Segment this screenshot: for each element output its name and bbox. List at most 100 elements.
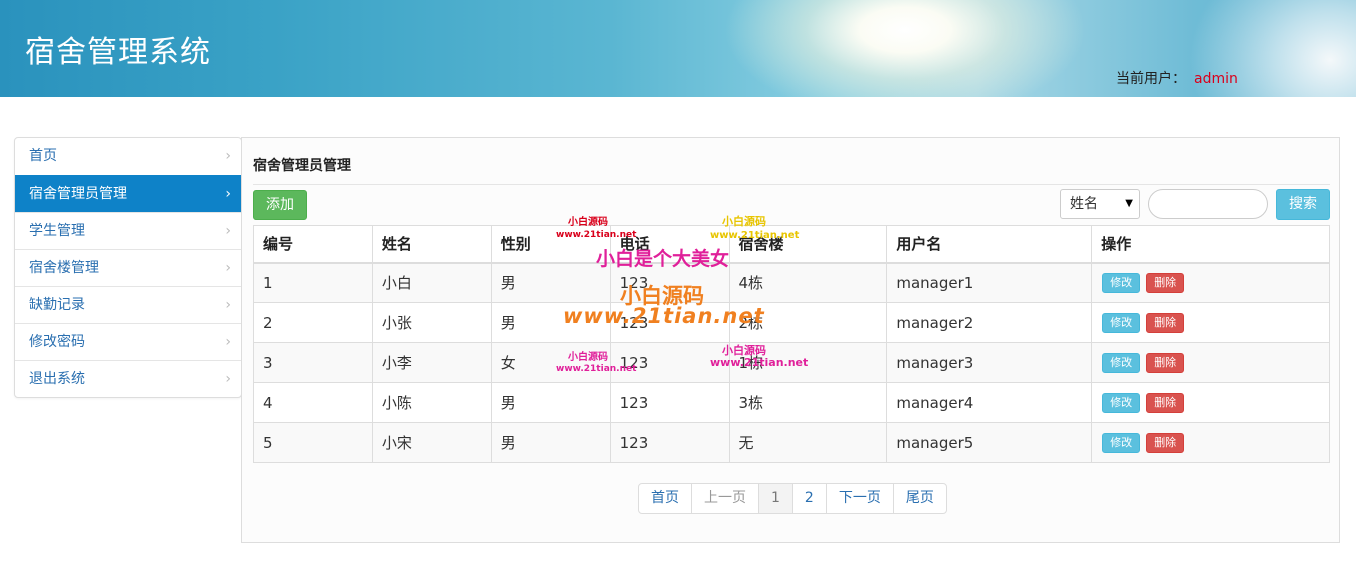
edit-button[interactable]: 修改 bbox=[1102, 393, 1141, 413]
divider bbox=[253, 184, 1330, 185]
chevron-right-icon: › bbox=[225, 186, 231, 202]
sidebar-item-label: 缺勤记录 bbox=[29, 297, 85, 313]
delete-button[interactable]: 删除 bbox=[1146, 353, 1185, 373]
cell-gender: 男 bbox=[490, 262, 611, 303]
page-prev-button[interactable]: 上一页 bbox=[691, 484, 758, 513]
current-user: 当前用户： admin bbox=[1116, 68, 1238, 88]
search-button[interactable]: 搜索 bbox=[1276, 189, 1330, 220]
search-input[interactable] bbox=[1148, 189, 1268, 219]
page-last-button[interactable]: 尾页 bbox=[892, 484, 946, 513]
col-header-building: 宿舍楼 bbox=[728, 225, 888, 264]
col-header-username: 用户名 bbox=[886, 225, 1093, 264]
main-panel: 宿舍管理员管理 添加 姓名 ▼ 搜索 编号 姓名 性别 电话 宿舍楼 用户名 操… bbox=[241, 137, 1340, 543]
sidebar-item-label: 学生管理 bbox=[29, 223, 85, 239]
sidebar-nav: 首页 › 宿舍管理员管理 › 学生管理 › 宿舍楼管理 › 缺勤记录 › 修改密码 › 退出… bbox=[14, 137, 242, 398]
delete-button[interactable]: 删除 bbox=[1146, 393, 1185, 413]
table-row: 4 小陈 男 123 3栋 manager4 修改 删除 bbox=[253, 382, 1330, 423]
search-field-select[interactable]: 姓名 ▼ bbox=[1060, 189, 1140, 219]
cell-actions: 修改 删除 bbox=[1091, 342, 1330, 383]
cell-gender: 男 bbox=[490, 382, 611, 423]
add-button[interactable]: 添加 bbox=[253, 190, 307, 220]
cell-building: 2栋 bbox=[728, 302, 888, 343]
table-row: 1 小白 男 123 4栋 manager1 修改 删除 bbox=[253, 262, 1330, 303]
pagination: 首页 上一页 1 2 下一页 尾页 bbox=[638, 483, 947, 514]
cell-username: manager5 bbox=[886, 422, 1093, 463]
cell-name: 小陈 bbox=[371, 382, 492, 423]
chevron-right-icon: › bbox=[225, 297, 231, 313]
cell-actions: 修改 删除 bbox=[1091, 302, 1330, 343]
sidebar-item-label: 宿舍管理员管理 bbox=[29, 186, 127, 202]
col-header-gender: 性别 bbox=[490, 225, 611, 264]
cell-name: 小白 bbox=[371, 262, 492, 303]
current-user-name[interactable]: admin bbox=[1194, 71, 1238, 87]
sidebar-item-absence[interactable]: 缺勤记录 › bbox=[15, 286, 241, 323]
page-next-button[interactable]: 下一页 bbox=[825, 484, 893, 513]
sidebar-item-buildings[interactable]: 宿舍楼管理 › bbox=[15, 249, 241, 286]
chevron-right-icon: › bbox=[225, 223, 231, 239]
page-1-button[interactable]: 1 bbox=[758, 484, 792, 513]
sidebar-item-label: 宿舍楼管理 bbox=[29, 260, 99, 276]
cell-actions: 修改 删除 bbox=[1091, 262, 1330, 303]
sidebar-item-students[interactable]: 学生管理 › bbox=[15, 212, 241, 249]
chevron-right-icon: › bbox=[225, 260, 231, 276]
delete-button[interactable]: 删除 bbox=[1146, 313, 1185, 333]
cell-phone: 123 bbox=[609, 302, 730, 343]
cell-name: 小李 bbox=[371, 342, 492, 383]
edit-button[interactable]: 修改 bbox=[1102, 353, 1141, 373]
chevron-right-icon: › bbox=[225, 334, 231, 350]
page-title: 宿舍管理员管理 bbox=[253, 158, 351, 174]
cell-gender: 男 bbox=[490, 302, 611, 343]
header-banner: 宿舍管理系统 当前用户： admin bbox=[0, 0, 1356, 97]
search-field-value: 姓名 bbox=[1070, 196, 1098, 212]
sidebar-item-label: 修改密码 bbox=[29, 334, 85, 350]
page-first-button[interactable]: 首页 bbox=[639, 484, 691, 513]
cell-id: 1 bbox=[253, 262, 373, 303]
cell-building: 1栋 bbox=[728, 342, 888, 383]
edit-button[interactable]: 修改 bbox=[1102, 433, 1141, 453]
col-header-actions: 操作 bbox=[1091, 225, 1330, 264]
cell-username: manager1 bbox=[886, 262, 1093, 303]
sidebar-item-label: 退出系统 bbox=[29, 371, 85, 387]
cell-name: 小宋 bbox=[371, 422, 492, 463]
col-header-id: 编号 bbox=[253, 225, 373, 264]
col-header-name: 姓名 bbox=[371, 225, 492, 264]
cell-phone: 123 bbox=[609, 342, 730, 383]
app-title: 宿舍管理系统 bbox=[25, 35, 211, 70]
edit-button[interactable]: 修改 bbox=[1102, 313, 1141, 333]
cell-id: 5 bbox=[253, 422, 373, 463]
table-header-row: 编号 姓名 性别 电话 宿舍楼 用户名 操作 bbox=[253, 225, 1330, 264]
current-user-label: 当前用户： bbox=[1116, 71, 1186, 87]
sidebar-item-dorm-managers[interactable]: 宿舍管理员管理 › bbox=[15, 175, 241, 212]
cell-id: 3 bbox=[253, 342, 373, 383]
cell-username: manager4 bbox=[886, 382, 1093, 423]
cell-actions: 修改 删除 bbox=[1091, 382, 1330, 423]
table-row: 3 小李 女 123 1栋 manager3 修改 删除 bbox=[253, 342, 1330, 383]
edit-button[interactable]: 修改 bbox=[1102, 273, 1141, 294]
cell-phone: 123 bbox=[609, 422, 730, 463]
table-row: 5 小宋 男 123 无 manager5 修改 删除 bbox=[253, 422, 1330, 463]
table-row: 2 小张 男 123 2栋 manager2 修改 删除 bbox=[253, 302, 1330, 343]
cell-gender: 男 bbox=[490, 422, 611, 463]
cell-username: manager2 bbox=[886, 302, 1093, 343]
cell-phone: 123 bbox=[609, 262, 730, 303]
col-header-phone: 电话 bbox=[609, 225, 730, 264]
cell-name: 小张 bbox=[371, 302, 492, 343]
dropdown-arrow-icon: ▼ bbox=[1125, 198, 1133, 209]
page-2-button[interactable]: 2 bbox=[791, 484, 826, 513]
cell-phone: 123 bbox=[609, 382, 730, 423]
cell-id: 4 bbox=[253, 382, 373, 423]
cell-building: 3栋 bbox=[728, 382, 888, 423]
delete-button[interactable]: 删除 bbox=[1146, 433, 1185, 453]
sidebar-item-label: 首页 bbox=[29, 148, 57, 164]
sidebar-item-password[interactable]: 修改密码 › bbox=[15, 323, 241, 360]
sidebar-item-home[interactable]: 首页 › bbox=[15, 138, 241, 175]
cell-id: 2 bbox=[253, 302, 373, 343]
delete-button[interactable]: 删除 bbox=[1146, 273, 1185, 294]
managers-table: 编号 姓名 性别 电话 宿舍楼 用户名 操作 1 小白 男 123 4栋 man… bbox=[253, 225, 1330, 463]
cell-gender: 女 bbox=[490, 342, 611, 383]
chevron-right-icon: › bbox=[225, 148, 231, 164]
sidebar-item-logout[interactable]: 退出系统 › bbox=[15, 360, 241, 397]
cell-username: manager3 bbox=[886, 342, 1093, 383]
cell-actions: 修改 删除 bbox=[1091, 422, 1330, 463]
cell-building: 无 bbox=[728, 422, 888, 463]
